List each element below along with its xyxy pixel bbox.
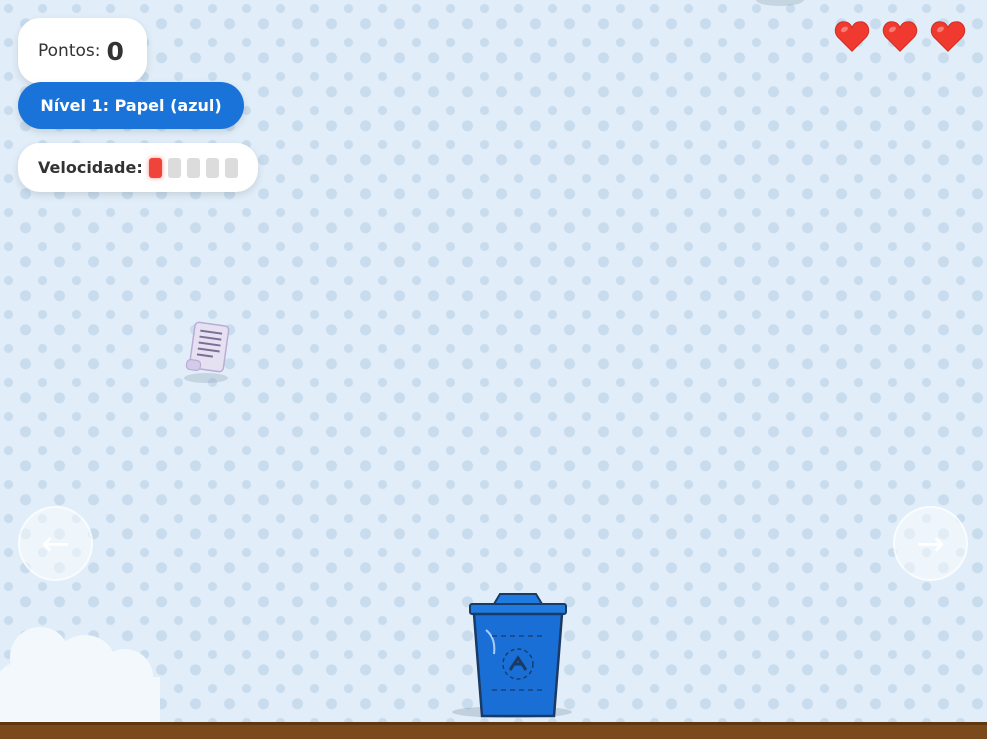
speed-bar-4	[205, 157, 219, 178]
heart-icon	[834, 21, 870, 52]
speed-label: Velocidade:	[38, 158, 143, 177]
level-label: Nível 1: Papel (azul)	[40, 96, 222, 115]
speed-bar-2	[167, 157, 181, 178]
move-right-button[interactable]: →	[893, 506, 968, 581]
speed-bar-1	[148, 157, 162, 178]
heart-icon	[930, 21, 966, 52]
level-badge: Nível 1: Papel (azul)	[18, 82, 244, 129]
paper-document-icon	[184, 321, 230, 383]
paper-recycle-bin[interactable]	[442, 590, 574, 722]
lives-display	[823, 18, 967, 56]
left-arrow-icon: ←	[41, 523, 70, 564]
speed-indicator: Velocidade:	[18, 143, 258, 192]
move-left-button[interactable]: ←	[18, 506, 93, 581]
right-arrow-icon: →	[916, 523, 945, 564]
speed-bars	[148, 157, 244, 178]
score-value: 0	[106, 36, 124, 66]
speed-bar-5	[224, 157, 238, 178]
heart-icon	[882, 21, 918, 52]
speed-bar-3	[186, 157, 200, 178]
cloud-decoration	[0, 627, 160, 727]
falling-shadow	[756, 0, 804, 6]
score-display: Pontos: 0	[18, 18, 147, 84]
ground	[0, 722, 987, 739]
score-label: Pontos:	[38, 41, 101, 61]
